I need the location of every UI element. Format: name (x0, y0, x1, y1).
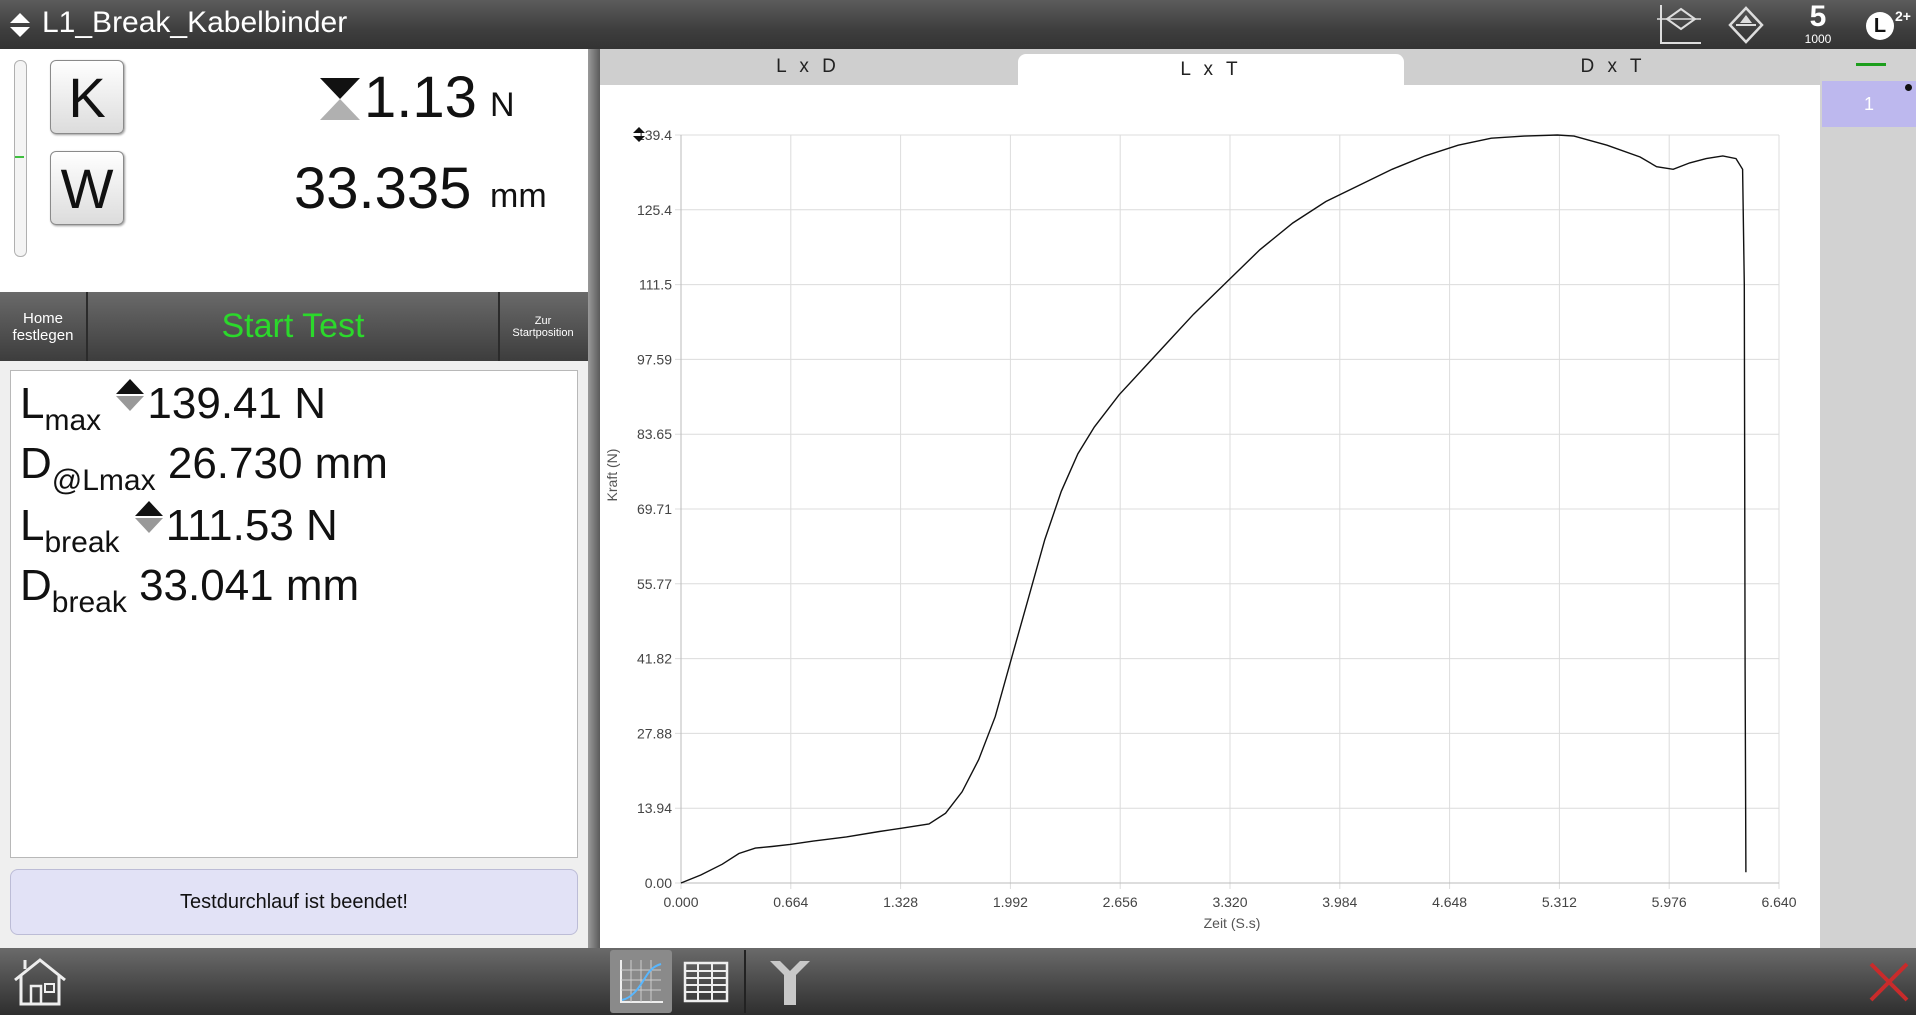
peak-hold-icon[interactable] (318, 76, 362, 122)
curve-list-item[interactable]: 1 (1822, 81, 1916, 127)
x-tick-label: 0.664 (773, 894, 808, 910)
k-button[interactable]: K (50, 60, 124, 134)
lmax-value: 139.41 N (147, 379, 326, 428)
x-axis-label: Zeit (S.s) (1204, 915, 1261, 931)
start-position-label-2: Startposition (512, 326, 574, 339)
tab-load-x-distance[interactable]: L x D (600, 49, 1016, 85)
position-slider[interactable] (14, 60, 27, 257)
home-set-label-1: Home (22, 309, 63, 327)
status-message: Testdurchlauf ist beendet! (10, 869, 578, 935)
result-lbreak: Lbreak 111.53 N (20, 500, 338, 560)
toolbar-separator (744, 950, 746, 1013)
force-value: 1.13 (364, 65, 477, 130)
distance-value: 33.335 (294, 156, 472, 221)
title-menu-icon[interactable] (8, 12, 32, 38)
curve-color-swatch (1856, 63, 1886, 66)
slider-marker (15, 156, 24, 158)
force-unit: N (490, 86, 515, 124)
curve-list-panel (1820, 49, 1916, 948)
x-tick-label: 5.312 (1542, 894, 1577, 910)
limit-l-icon[interactable]: L 2+ (1864, 8, 1914, 44)
active-curve-dot (1905, 84, 1912, 91)
graph-view-button[interactable] (610, 950, 672, 1013)
home-icon[interactable] (8, 948, 72, 1015)
y-axis-label: Kraft (N) (604, 449, 620, 502)
lbreak-label: L (20, 501, 45, 550)
start-position-button[interactable]: Zur Startposition (500, 292, 586, 361)
y-tick-label: 97.59 (637, 351, 672, 367)
tensile-fixture-icon[interactable] (760, 948, 820, 1015)
x-tick-label: 3.984 (1322, 894, 1357, 910)
result-lmax: Lmax 139.41 N (20, 378, 326, 438)
x-tick-label: 4.648 (1432, 894, 1467, 910)
y-tick-label: 125.4 (637, 202, 672, 218)
lbreak-value: 111.53 N (165, 501, 338, 550)
dlmax-value: 26.730 mm (167, 439, 388, 488)
lmax-subscript: max (44, 404, 102, 437)
x-tick-label: 1.992 (993, 894, 1028, 910)
tare-diamond-icon[interactable] (1716, 0, 1776, 49)
x-tick-labels: 0.000 0.664 1.328 1.992 2.656 3.320 3.984 4.648… (663, 894, 1796, 910)
app-title: L1_Break_Kabelbinder (42, 6, 348, 39)
panel-splitter[interactable] (588, 49, 600, 948)
x-tick-label: 0.000 (663, 894, 698, 910)
table-view-icon[interactable] (678, 948, 734, 1015)
y-tick-label: 139.4 (637, 127, 672, 143)
x-tick-label: 5.976 (1652, 894, 1687, 910)
x-tick-label: 1.328 (883, 894, 918, 910)
y-tick-label: 55.77 (637, 576, 672, 592)
lbreak-subscript: break (44, 526, 120, 559)
bottom-toolbar (0, 948, 1916, 1015)
start-test-label: Start Test (221, 307, 365, 345)
y-tick-label: 0.00 (645, 875, 672, 891)
graph-axis-icon[interactable] (1648, 0, 1708, 49)
tab-load-x-time[interactable]: L x T (1018, 54, 1404, 85)
result-d-at-lmax: D@Lmax 26.730 mm (20, 439, 388, 498)
y-tick-label: 41.82 (637, 651, 672, 667)
peak-diamond-icon (116, 379, 145, 411)
home-set-button[interactable]: Home festlegen (0, 292, 86, 361)
y-tick-label: 83.65 (637, 426, 672, 442)
start-test-button[interactable]: Start Test (88, 292, 498, 361)
y-tick-labels: 0.00 13.94 27.88 41.82 55.77 69.71 83.65 97.59 1… (633, 127, 672, 891)
y-tick-label: 111.5 (639, 277, 672, 293)
limit-superscript: 2+ (1895, 8, 1911, 24)
chart-grid (675, 134, 1780, 889)
y-tick-label: 69.71 (637, 501, 672, 517)
x-tick-label: 2.656 (1103, 894, 1138, 910)
dbreak-label: D (20, 561, 52, 610)
sample-rate-label: 1000 (1804, 32, 1832, 46)
close-icon[interactable] (1862, 948, 1916, 1015)
sample-rate-icon[interactable]: 5 1000 (1800, 2, 1836, 48)
w-button[interactable]: W (50, 151, 124, 225)
dlmax-subscript: @Lmax (51, 464, 156, 497)
dlmax-label: D (20, 439, 52, 488)
x-tick-label: 3.320 (1212, 894, 1247, 910)
start-position-label-1: Zur (534, 314, 552, 327)
y-tick-label: 27.88 (637, 725, 672, 741)
y-tick-label: 13.94 (637, 800, 672, 816)
peak-diamond-icon (134, 501, 163, 533)
distance-unit: mm (490, 177, 547, 215)
graph-icon (620, 959, 663, 1003)
load-time-chart: 0.000 0.664 1.328 1.992 2.656 3.320 3.984 4.648… (604, 127, 1797, 931)
tab-distance-x-time[interactable]: D x T (1406, 49, 1820, 85)
lmax-label: L (20, 379, 45, 428)
dbreak-value: 33.041 mm (139, 561, 360, 610)
dbreak-subscript: break (51, 586, 127, 619)
x-tick-label: 6.640 (1761, 894, 1796, 910)
result-dbreak: Dbreak 33.041 mm (20, 561, 359, 620)
home-set-label-2: festlegen (12, 326, 74, 344)
